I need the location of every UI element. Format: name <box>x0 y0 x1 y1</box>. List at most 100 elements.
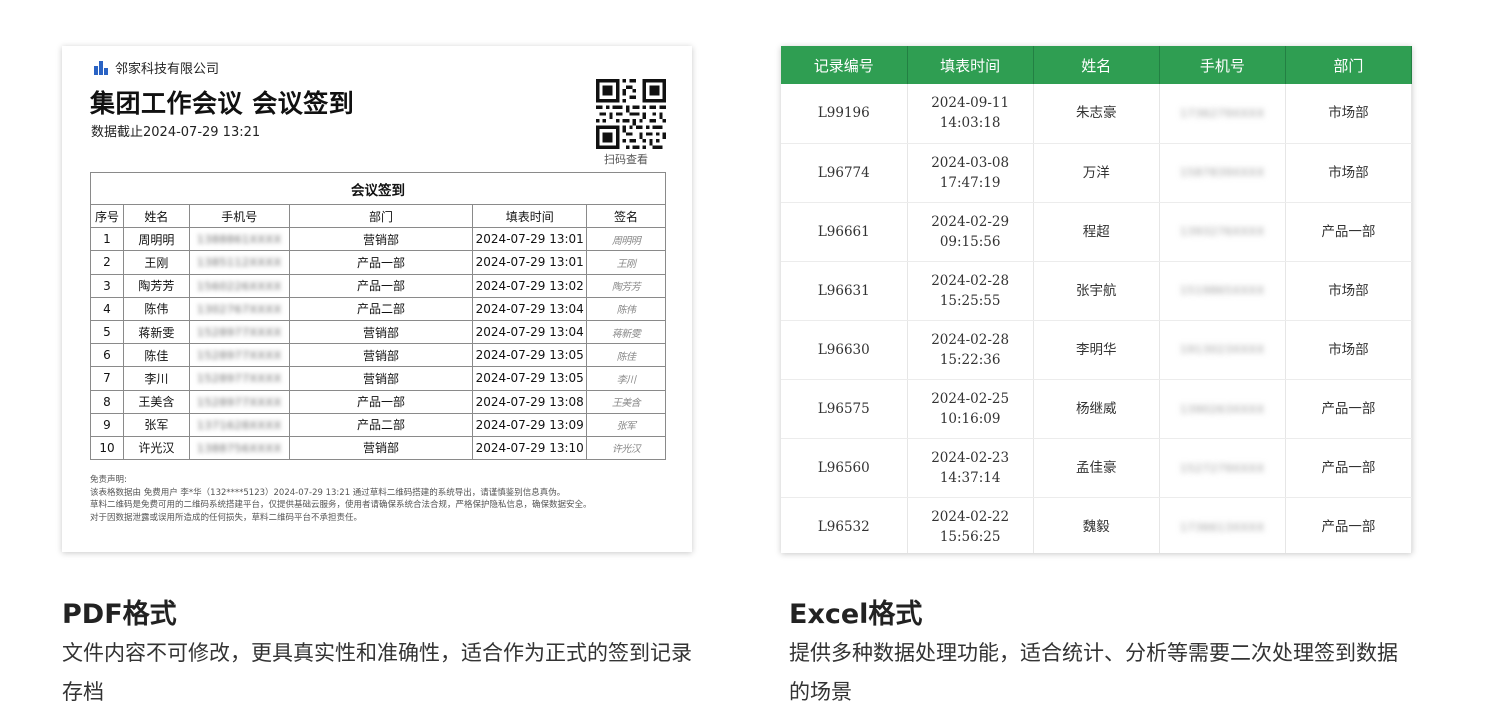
phone-cell: 1587839XXXX <box>1159 143 1286 203</box>
fill-date: 2024-02-28 <box>931 272 1010 289</box>
row-number: 10 <box>90 435 124 461</box>
excel-table: 记录编号 填表时间 姓名 手机号 部门 L99196 2024-09-11 14:03:18… <box>781 46 1412 553</box>
table-row: 9 张军 1371628XXXX 产品二部 2024-07-29 13:09 张军 <box>90 412 666 437</box>
department-cell: 产品一部 <box>288 250 474 275</box>
record-id-cell: L96631 <box>781 261 908 321</box>
department-cell: 产品一部 <box>288 273 474 298</box>
company-logo-icon <box>94 60 108 75</box>
signature-cell: 王美含 <box>586 389 666 414</box>
column-header: 姓名 <box>1033 46 1160 84</box>
table-row: L99196 2024-09-11 14:03:18 朱志豪 1736279XXXX 市场… <box>781 84 1412 144</box>
time-cell: 2024-07-29 13:09 <box>472 412 588 437</box>
phone-cell: 1527279XXXX <box>1159 438 1286 499</box>
qr-caption: 扫码查看 <box>604 153 648 166</box>
phone-blurred: 1388756XXXX <box>196 441 282 455</box>
table-row: L96575 2024-02-25 10:16:09 杨继威 1390263XXXX 产品… <box>781 379 1412 440</box>
table-row: L96774 2024-03-08 17:47:19 万洋 1587839XXXX 市场部 <box>781 143 1412 203</box>
disclaimer-line: 对于因数据泄露或误用所造成的任何损失，草料二维码平台不承担责任。 <box>90 512 363 523</box>
signature-cell: 蒋新雯 <box>586 319 666 345</box>
name-cell: 许光汉 <box>122 435 190 461</box>
disclaimer: 免责声明: 该表格数据由 免费用户 李*华（132****5123）2024-0… <box>90 474 675 524</box>
phone-blurred: 1736279XXXX <box>1180 106 1265 120</box>
row-number: 1 <box>90 227 124 252</box>
record-id-cell: L96532 <box>781 497 908 553</box>
time-cell: 2024-07-29 13:01 <box>472 227 588 252</box>
pdf-format-description: 文件内容不可修改，更具真实性和准确性，适合作为正式的签到记录存档 <box>62 641 692 704</box>
record-id-cell: L96630 <box>781 320 908 380</box>
department-cell: 产品二部 <box>288 296 474 321</box>
name-cell: 程超 <box>1033 202 1160 262</box>
row-number: 4 <box>90 296 124 321</box>
record-id-cell: L96575 <box>781 379 908 440</box>
name-cell: 李明华 <box>1033 320 1160 380</box>
phone-cell: 1302767XXXX <box>188 296 290 321</box>
signature-image: 王刚 <box>616 258 637 270</box>
excel-preview-card: 记录编号 填表时间 姓名 手机号 部门 L99196 2024-09-11 14:03:18… <box>781 46 1412 553</box>
table-row: 1 周明明 1388861XXXX 营销部 2024-07-29 13:01 周明明 <box>90 227 666 252</box>
phone-blurred: 1519865XXXX <box>1180 284 1265 298</box>
row-number: 9 <box>90 412 124 437</box>
name-cell: 张军 <box>122 412 190 437</box>
time-cell: 2024-07-29 13:04 <box>472 319 588 345</box>
fill-date: 2024-02-23 <box>931 450 1010 467</box>
table-row: 2 王刚 1385112XXXX 产品一部 2024-07-29 13:01 王刚 <box>90 250 666 275</box>
table-row: 4 陈伟 1302767XXXX 产品二部 2024-07-29 13:04 陈伟 <box>90 296 666 321</box>
fill-time-cell: 2024-02-28 15:25:55 <box>907 261 1034 321</box>
signature-cell: 许光汉 <box>586 435 666 461</box>
time-cell: 2024-07-29 13:08 <box>472 389 588 414</box>
phone-blurred: 1393276XXXX <box>1180 225 1265 239</box>
department-cell: 营销部 <box>288 319 474 345</box>
document-title: 集团工作会议 会议签到 <box>90 89 355 118</box>
phone-cell: 1528977XXXX <box>188 389 290 414</box>
phone-blurred: 1302767XXXX <box>196 302 282 316</box>
phone-blurred: 1913023XXXX <box>1180 343 1265 357</box>
phone-cell: 1393276XXXX <box>1159 202 1286 262</box>
fill-time: 14:37:14 <box>939 470 1001 487</box>
fill-time: 15:25:55 <box>939 292 1001 309</box>
column-header: 记录编号 <box>781 46 908 84</box>
signature-cell: 王刚 <box>586 250 666 275</box>
qr-code-icon <box>596 79 666 149</box>
phone-blurred: 1528977XXXX <box>196 372 282 386</box>
signature-image: 蒋新雯 <box>611 328 641 340</box>
signature-image: 李川 <box>616 374 637 386</box>
fill-time: 10:16:09 <box>939 411 1001 428</box>
phone-cell: 1371628XXXX <box>188 412 290 437</box>
fill-date: 2024-02-29 <box>931 213 1010 230</box>
department-cell: 营销部 <box>288 435 474 461</box>
phone-blurred: 1527279XXXX <box>1180 461 1265 475</box>
table-row: 7 李川 1528977XXXX 营销部 2024-07-29 13:05 李川 <box>90 366 666 391</box>
fill-time-cell: 2024-09-11 14:03:18 <box>907 84 1034 144</box>
phone-cell: 1388756XXXX <box>188 435 290 461</box>
time-cell: 2024-07-29 13:10 <box>472 435 588 461</box>
table-row: L96560 2024-02-23 14:37:14 孟佳豪 1527279XXXX 产品… <box>781 438 1412 499</box>
time-cell: 2024-07-29 13:04 <box>472 296 588 321</box>
fill-time-cell: 2024-02-25 10:16:09 <box>907 379 1034 440</box>
phone-cell: 1560226XXXX <box>188 273 290 298</box>
department-cell: 营销部 <box>288 343 474 368</box>
row-number: 7 <box>90 366 124 391</box>
phone-cell: 1519865XXXX <box>1159 261 1286 321</box>
phone-cell: 1390263XXXX <box>1159 379 1286 440</box>
disclaimer-line: 免责声明: <box>90 475 127 485</box>
fill-time-cell: 2024-02-22 15:56:25 <box>907 497 1034 553</box>
department-cell: 营销部 <box>288 366 474 391</box>
fill-date: 2024-02-22 <box>931 509 1010 526</box>
column-header: 部门 <box>1285 46 1412 84</box>
phone-cell: 1736613XXXX <box>1159 497 1286 553</box>
phone-cell: 1528977XXXX <box>188 319 290 345</box>
disclaimer-line: 该表格数据由 免费用户 李*华（132****5123）2024-07-29 1… <box>90 487 566 498</box>
column-header: 序号 <box>90 203 124 229</box>
phone-cell: 1528977XXXX <box>188 343 290 368</box>
row-number: 6 <box>90 343 124 368</box>
department-cell: 产品一部 <box>1285 438 1412 499</box>
signature-cell: 周明明 <box>586 227 666 252</box>
department-cell: 产品二部 <box>288 412 474 437</box>
table-row: L96630 2024-02-28 15:22:36 李明华 1913023XXXX 市场… <box>781 320 1412 380</box>
signature-image: 王美含 <box>611 398 641 410</box>
table-row: L96661 2024-02-29 09:15:56 程超 1393276XXXX 产品一… <box>781 202 1412 262</box>
signature-image: 周明明 <box>611 235 641 247</box>
phone-blurred: 1736613XXXX <box>1180 520 1265 534</box>
company-header: 邻家科技有限公司 <box>94 58 219 77</box>
name-cell: 朱志豪 <box>1033 84 1160 144</box>
